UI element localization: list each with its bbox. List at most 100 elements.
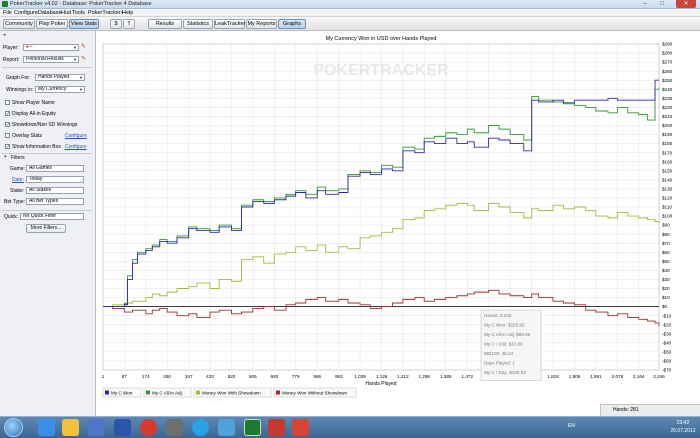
menu-configure[interactable]: Configure: [14, 10, 38, 16]
quick-filter-dropdown[interactable]: No Quick Filter: [20, 213, 84, 220]
info-box-line: My C Won: $225.92: [484, 323, 525, 328]
app-icon[interactable]: [218, 419, 235, 436]
bet-type-label: Bet Type:: [4, 199, 26, 205]
legend-swatch: [105, 390, 109, 395]
tab-graphs[interactable]: Graphs: [278, 19, 306, 29]
y-tick-label: -$30: [662, 331, 672, 336]
overlay-stats-checkbox[interactable]: [5, 133, 10, 138]
currency-dollar-button[interactable]: $: [110, 19, 122, 29]
y-tick-label: $130: [662, 186, 673, 191]
tab-leaktracker[interactable]: LeakTracker: [214, 19, 245, 29]
player-dropdown[interactable]: ♠ • - ▼: [23, 44, 79, 51]
minimize-button[interactable]: –: [638, 0, 652, 8]
filters-header: Filters: [11, 155, 25, 161]
x-tick-label: 1: [102, 374, 105, 379]
info-box-line: My C / 100: $10.06: [484, 342, 523, 347]
y-tick-label: $150: [662, 168, 673, 173]
report-edit-icon[interactable]: ✎: [81, 56, 89, 63]
y-tick-label: -$50: [662, 349, 672, 354]
x-tick-label: 1,385: [440, 374, 452, 379]
x-tick-label: 1,991: [590, 374, 602, 379]
currency-tournament-button[interactable]: T: [123, 19, 135, 29]
menu-file[interactable]: File: [3, 10, 12, 16]
x-tick-label: 693: [271, 374, 279, 379]
game-filter[interactable]: All Games: [26, 165, 84, 172]
series-line: [103, 202, 660, 308]
showdown-winnings-checkbox[interactable]: ✓: [5, 122, 10, 128]
x-tick-label: 1,298: [418, 374, 430, 379]
tab-statistics[interactable]: Statistics: [183, 19, 213, 29]
menu-pokertracker-plus[interactable]: PokerTracker+: [88, 10, 124, 16]
poker-client-icon[interactable]: [268, 419, 285, 436]
y-tick-label: $280: [662, 51, 673, 56]
collapse-panel-icon[interactable]: ◂: [3, 32, 6, 38]
folder-icon[interactable]: [62, 419, 79, 436]
filters-panel: ◂ Player: ♠ • - ▼ ✎ Report: Personal Res…: [0, 31, 96, 416]
overlay-configure-link[interactable]: Configure: [65, 133, 87, 139]
report-value: Personal Results: [26, 56, 64, 62]
show-info-box-checkbox[interactable]: ✓: [5, 144, 10, 150]
graph-for-dropdown[interactable]: Hands Played ▼: [35, 74, 85, 81]
game-label: Game:: [10, 166, 26, 172]
y-tick-label: $0: [662, 304, 668, 309]
language-indicator[interactable]: EN: [568, 423, 575, 429]
opera-icon[interactable]: [140, 419, 157, 436]
collapse-icon[interactable]: ▾: [4, 154, 7, 160]
close-button[interactable]: ✕: [676, 0, 696, 8]
info-box-line: BB/100: 48.24: [484, 351, 514, 356]
legend-swatch: [276, 390, 280, 395]
legend-label: My C All-in Adj.: [152, 391, 183, 396]
chevron-down-icon: ▼: [79, 75, 83, 80]
menu-hud[interactable]: Hud: [61, 10, 71, 16]
status-bar: Hands: 281: [600, 404, 700, 416]
x-tick-label: 87: [122, 374, 128, 379]
report-dropdown[interactable]: Personal Results ▼: [23, 56, 79, 63]
date-label[interactable]: Date:: [12, 177, 24, 183]
maximize-button[interactable]: □: [655, 0, 669, 8]
display-allin-equity-checkbox[interactable]: ✓: [5, 111, 10, 117]
y-tick-label: $110: [662, 205, 672, 210]
view-stats-button[interactable]: View Stats: [69, 19, 99, 29]
pokertracker-icon[interactable]: [244, 419, 261, 436]
play-poker-button[interactable]: Play Poker: [36, 19, 68, 29]
bet-type-filter[interactable]: All Bet Types: [26, 198, 84, 205]
show-player-name-checkbox[interactable]: [5, 100, 10, 105]
tab-results[interactable]: Results: [148, 19, 182, 29]
chevron-down-icon: ▼: [79, 87, 83, 92]
stake-filter[interactable]: All Stakes: [26, 187, 84, 194]
x-tick-label: 1,212: [397, 374, 409, 379]
legend-label: Money Won Without Showdown: [282, 391, 347, 396]
clock-date[interactable]: 26.07.2012: [668, 428, 698, 434]
winnings-in-dropdown[interactable]: My Currency ▼: [35, 86, 85, 93]
clock-time[interactable]: 23:42: [670, 420, 696, 426]
x-tick-label: 779: [292, 374, 300, 379]
window-icon[interactable]: [166, 419, 183, 436]
winnings-in-value: My Currency: [38, 86, 67, 92]
checkbox-label: Show Information Box: [12, 144, 61, 150]
community-button[interactable]: Community: [3, 19, 35, 29]
skype-icon[interactable]: [192, 419, 209, 436]
save-icon[interactable]: [114, 419, 131, 436]
stake-label: Stake:: [10, 188, 25, 194]
game-value: All Games: [29, 165, 53, 171]
x-tick-label: 1,039: [354, 374, 366, 379]
menu-help[interactable]: Help: [122, 10, 133, 16]
bet-type-value: All Bet Types: [29, 198, 59, 204]
ie-icon[interactable]: [38, 419, 55, 436]
tab-my-reports[interactable]: My Reports: [246, 19, 277, 29]
media-player-icon[interactable]: [88, 419, 105, 436]
y-tick-label: $160: [662, 159, 673, 164]
y-tick-label: $140: [662, 177, 673, 182]
menu-tools[interactable]: Tools: [72, 10, 85, 16]
player-edit-icon[interactable]: ✎: [81, 44, 89, 51]
y-tick-label: $40: [662, 268, 670, 273]
info-box-configure-link[interactable]: Configure: [65, 144, 87, 150]
report-label: Report:: [3, 57, 20, 63]
poker-client-2-icon[interactable]: [292, 419, 309, 436]
start-button[interactable]: [4, 418, 23, 437]
chevron-down-icon: ▼: [73, 57, 77, 62]
date-filter[interactable]: Today: [26, 176, 84, 183]
more-filters-button[interactable]: More Filters...: [26, 224, 66, 233]
menu-database[interactable]: Database: [38, 10, 62, 16]
hands-count: Hands: 281: [613, 407, 639, 413]
